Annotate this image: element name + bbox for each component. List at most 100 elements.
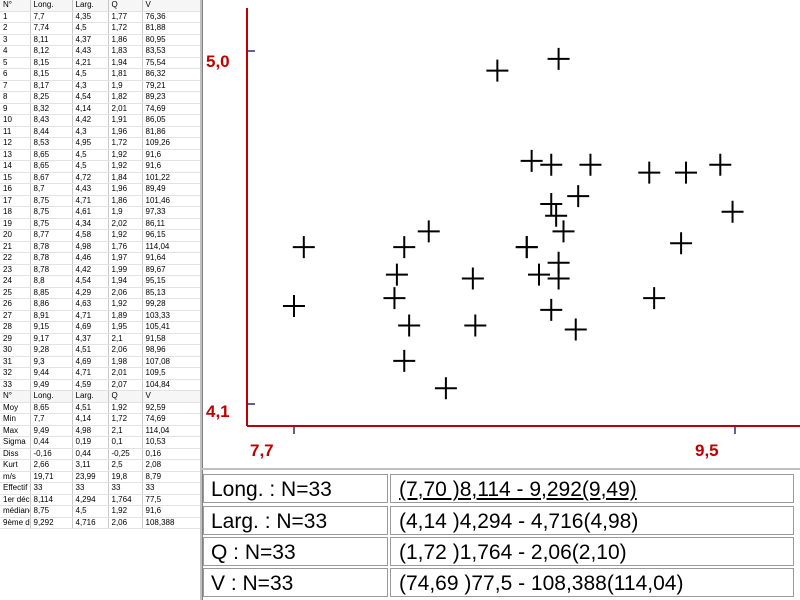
table-row[interactable]: 22 8,78 4,46 1,97 91,64 [0,252,200,265]
table-cell[interactable]: 8,75 [30,195,73,207]
table-cell[interactable]: V [142,390,200,403]
stats-row[interactable]: Sigma 0,44 0,19 0,1 10,53 [0,436,200,449]
table-row[interactable]: 21 8,78 4,98 1,76 114,04 [0,241,200,253]
table-cell[interactable]: 91,6 [142,505,200,518]
table-cell[interactable]: 114,04 [142,425,200,437]
table-row[interactable]: 33 9,49 4,59 2,07 104,84 [0,379,200,391]
table-cell[interactable]: 1,94 [108,57,143,69]
table-cell[interactable]: 8,11 [30,34,73,46]
table-cell[interactable]: 11 [0,126,31,138]
table-cell[interactable]: 1,91 [108,114,143,127]
table-row[interactable]: 12 8,53 4,95 1,72 109,26 [0,137,200,150]
table-cell[interactable]: 13 [0,149,31,161]
table-header-row[interactable]: N° Long. Larg. Q V [0,390,200,403]
table-cell[interactable]: 86,05 [142,114,200,127]
table-cell[interactable]: 28 [0,321,31,334]
table-cell[interactable]: 4,98 [72,425,109,437]
table-cell[interactable]: 4,294 [72,494,109,506]
table-cell[interactable]: 86,11 [142,218,200,230]
table-cell[interactable]: 1,99 [108,264,143,276]
table-cell[interactable]: 91,58 [142,333,200,345]
table-row[interactable]: 15 8,67 4,72 1,84 101,22 [0,172,200,184]
table-cell[interactable]: 4 [0,45,31,58]
table-cell[interactable]: 1,81 [108,68,143,81]
table-cell[interactable]: 29 [0,333,31,345]
table-cell[interactable]: 1,86 [108,34,143,46]
table-cell[interactable]: Long. [30,390,73,403]
stats-row[interactable]: Diss -0,16 0,44 -0,25 0,16 [0,448,200,460]
table-cell[interactable]: Sigma [0,436,31,449]
table-row[interactable]: 11 8,44 4,3 1,96 81,86 [0,126,200,138]
table-cell[interactable]: 8,75 [30,505,73,518]
table-cell[interactable]: 23,99 [72,471,109,483]
table-cell[interactable]: 8,8 [30,275,73,288]
table-cell[interactable]: 4,5 [72,68,109,81]
stats-row[interactable]: médiane8,754,51,9291,6 [0,505,200,518]
table-cell[interactable]: 9,49 [30,425,73,437]
table-cell[interactable]: 2,08 [142,459,200,472]
table-row[interactable]: 27 8,91 4,71 1,89 103,33 [0,310,200,322]
table-cell[interactable]: 1,86 [108,195,143,207]
table-row[interactable]: 8 8,25 4,54 1,82 89,23 [0,91,200,104]
table-cell[interactable]: -0,25 [108,448,143,460]
table-cell[interactable]: 0,44 [72,448,109,460]
table-cell[interactable]: 4,69 [72,356,109,368]
table-cell[interactable]: 21 [0,241,31,253]
table-row[interactable]: 4 8,12 4,43 1,83 83,53 [0,45,200,58]
table-cell[interactable]: 20 [0,229,31,242]
table-cell[interactable]: 19 [0,218,31,230]
table-cell[interactable]: 7,7 [30,413,73,426]
table-cell[interactable]: 2,06 [108,517,143,529]
table-cell[interactable]: 4,46 [72,252,109,265]
table-cell[interactable]: 2,01 [108,103,143,115]
table-cell[interactable]: 1er décile [0,494,31,506]
table-cell[interactable]: Max [0,425,31,437]
table-cell[interactable]: Long. [30,0,73,12]
table-cell[interactable]: 8,65 [30,160,73,173]
table-cell[interactable]: 9,28 [30,344,73,357]
table-cell[interactable]: 2,06 [108,344,143,357]
table-cell[interactable]: 75,54 [142,57,200,69]
table-cell[interactable]: 2,07 [108,379,143,391]
table-cell[interactable]: 7,7 [30,11,73,23]
table-cell[interactable]: 8,17 [30,80,73,92]
table-cell[interactable]: 74,69 [142,103,200,115]
table-cell[interactable]: 1,82 [108,91,143,104]
table-row[interactable]: 25 8,85 4,29 2,06 85,13 [0,287,200,299]
table-cell[interactable]: 4,59 [72,379,109,391]
table-cell[interactable]: 91,6 [142,149,200,161]
table-cell[interactable]: 1,96 [108,126,143,138]
table-cell[interactable]: 8,44 [30,126,73,138]
table-cell[interactable]: 109,5 [142,367,200,380]
table-cell[interactable]: 26 [0,298,31,311]
table-cell[interactable]: 4,3 [72,80,109,92]
table-row[interactable]: 31 9,3 4,69 1,98 107,08 [0,356,200,368]
table-cell[interactable]: 4,63 [72,298,109,311]
table-cell[interactable]: 24 [0,275,31,288]
table-cell[interactable]: 1,84 [108,172,143,184]
table-cell[interactable]: 4,37 [72,34,109,46]
table-cell[interactable]: 33 [30,482,73,495]
table-cell[interactable]: 1,98 [108,356,143,368]
table-cell[interactable]: 8,25 [30,91,73,104]
stats-row[interactable]: Min 7,7 4,14 1,72 74,69 [0,413,200,426]
table-cell[interactable]: 25 [0,287,31,299]
table-cell[interactable]: 101,22 [142,172,200,184]
table-cell[interactable]: 3 [0,34,31,46]
table-cell[interactable]: 97,33 [142,206,200,219]
table-cell[interactable]: 96,15 [142,229,200,242]
table-cell[interactable]: 23 [0,264,31,276]
table-cell[interactable]: 92,59 [142,402,200,414]
table-cell[interactable]: 0,19 [72,436,109,449]
table-cell[interactable]: 4,37 [72,333,109,345]
table-cell[interactable]: 1,72 [108,22,143,35]
table-cell[interactable]: -0,16 [30,448,73,460]
table-cell[interactable]: 4,5 [72,505,109,518]
table-cell[interactable]: 7 [0,80,31,92]
table-cell[interactable]: 1,96 [108,183,143,196]
table-row[interactable]: 18 8,75 4,61 1,9 97,33 [0,206,200,219]
table-cell[interactable]: 4,34 [72,218,109,230]
table-cell[interactable]: 0,44 [30,436,73,449]
table-row[interactable]: 32 9,44 4,71 2,01 109,5 [0,367,200,380]
table-cell[interactable]: 98,96 [142,344,200,357]
